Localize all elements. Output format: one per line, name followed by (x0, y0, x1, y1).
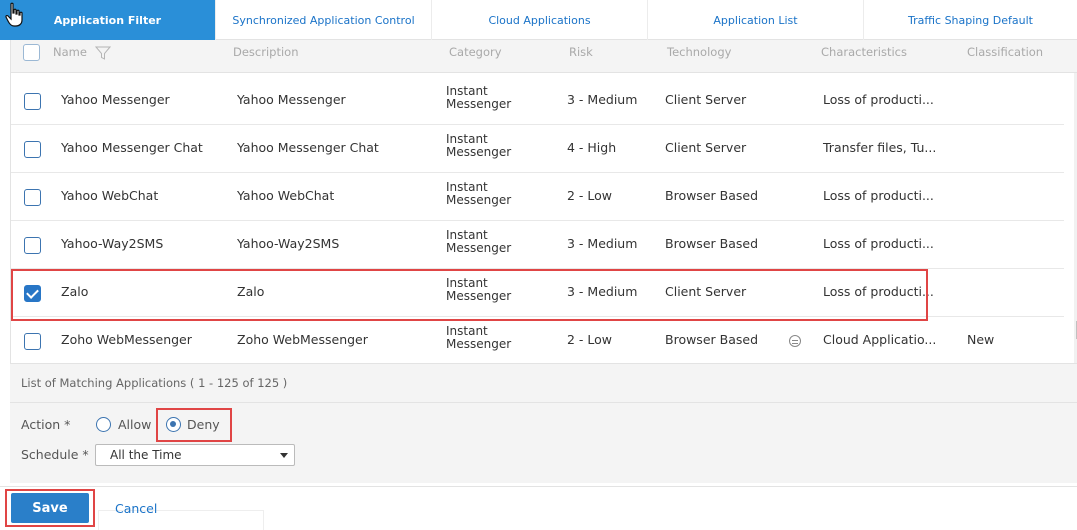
matching-applications-count: List of Matching Applications ( 1 - 125 … (21, 376, 288, 390)
app-description: Zoho WebMessenger (237, 332, 368, 347)
app-technology: Browser Based (665, 188, 758, 203)
app-technology: Client Server (665, 140, 747, 155)
app-classification: New (967, 332, 995, 347)
app-description: Yahoo Messenger (237, 92, 346, 107)
filter-icon[interactable] (95, 45, 111, 61)
table-row[interactable]: Zoho WebMessenger Zoho WebMessenger Inst… (11, 317, 1064, 363)
app-risk: 3 - Medium (567, 92, 638, 107)
app-description: Yahoo-Way2SMS (237, 236, 340, 251)
app-name: Zoho WebMessenger (61, 332, 192, 347)
app-risk: 4 - High (567, 140, 617, 155)
table-row[interactable]: Yahoo Messenger Chat Yahoo Messenger Cha… (11, 125, 1064, 173)
app-name: Yahoo-Way2SMS (61, 236, 164, 251)
app-characteristics: Loss of producti... (823, 92, 934, 107)
select-all-checkbox[interactable] (23, 44, 40, 61)
tab-bar: Application Filter Synchronized Applicat… (0, 0, 1077, 40)
row-checkbox[interactable] (24, 237, 41, 254)
app-name: Yahoo WebChat (61, 188, 159, 203)
allow-radio[interactable] (96, 417, 111, 432)
app-name: Yahoo Messenger Chat (61, 140, 203, 155)
app-characteristics: Loss of producti... (823, 236, 934, 251)
app-name: Yahoo Messenger (61, 92, 170, 107)
highlight-box-save (5, 489, 95, 527)
app-risk: 3 - Medium (567, 236, 638, 251)
column-header-characteristics[interactable]: Characteristics (821, 45, 907, 59)
row-checkbox[interactable] (24, 189, 41, 206)
allow-label[interactable]: Allow (118, 417, 151, 432)
app-risk: 2 - Low (567, 332, 613, 347)
app-risk: 2 - Low (567, 188, 613, 203)
table-row[interactable]: Yahoo-Way2SMS Yahoo-Way2SMS Instant Messe… (11, 221, 1064, 269)
app-technology: Browser Based (665, 236, 758, 251)
tab-synchronized-application-control[interactable]: Synchronized Application Control (216, 0, 432, 40)
schedule-select[interactable]: All the Time (95, 444, 295, 466)
app-characteristics: Cloud Applicatio... (823, 332, 937, 347)
app-description: Yahoo WebChat (237, 188, 335, 203)
column-header-description[interactable]: Description (233, 45, 299, 59)
tab-application-list[interactable]: Application List (648, 0, 864, 40)
app-technology: Client Server (665, 92, 747, 107)
app-category: Instant Messenger (446, 84, 512, 111)
tab-cloud-applications[interactable]: Cloud Applications (432, 0, 648, 40)
row-checkbox[interactable] (24, 333, 41, 350)
app-technology: Browser Based (665, 332, 758, 347)
column-header-risk[interactable]: Risk (569, 45, 593, 59)
column-header-technology[interactable]: Technology (667, 45, 731, 59)
schedule-label: Schedule * (21, 447, 89, 462)
action-label: Action * (21, 417, 71, 432)
app-category: Instant Messenger (446, 132, 512, 159)
tab-application-filter[interactable]: Application Filter (0, 0, 216, 40)
dropdown-arrow-icon (280, 453, 288, 458)
table-row[interactable]: Yahoo Messenger Yahoo Messenger Instant M… (11, 77, 1064, 125)
app-category: Instant Messenger (446, 228, 512, 255)
column-header-category[interactable]: Category (449, 45, 502, 59)
table-header: Name Description Category Risk Technolog… (11, 40, 1077, 73)
row-checkbox[interactable] (24, 93, 41, 110)
app-category: Instant Messenger (446, 180, 512, 207)
column-header-classification[interactable]: Classification (967, 45, 1043, 59)
cloud-app-icon (789, 335, 801, 347)
cancel-button[interactable]: Cancel (115, 501, 157, 516)
highlight-box-deny (156, 408, 232, 442)
table-row[interactable]: Yahoo WebChat Yahoo WebChat Instant Messe… (11, 173, 1064, 221)
column-header-name[interactable]: Name (53, 45, 87, 59)
app-category: Instant Messenger (446, 324, 512, 351)
schedule-selected-value: All the Time (110, 448, 182, 462)
highlight-box-zalo-row (11, 269, 928, 321)
app-description: Yahoo Messenger Chat (237, 140, 379, 155)
hand-cursor-icon (5, 2, 23, 27)
tab-traffic-shaping-default[interactable]: Traffic Shaping Default (864, 0, 1077, 40)
app-characteristics: Loss of producti... (823, 188, 934, 203)
app-characteristics: Transfer files, Tu... (823, 140, 937, 155)
matching-applications-bar: List of Matching Applications ( 1 - 125 … (10, 363, 1077, 403)
row-checkbox[interactable] (24, 141, 41, 158)
